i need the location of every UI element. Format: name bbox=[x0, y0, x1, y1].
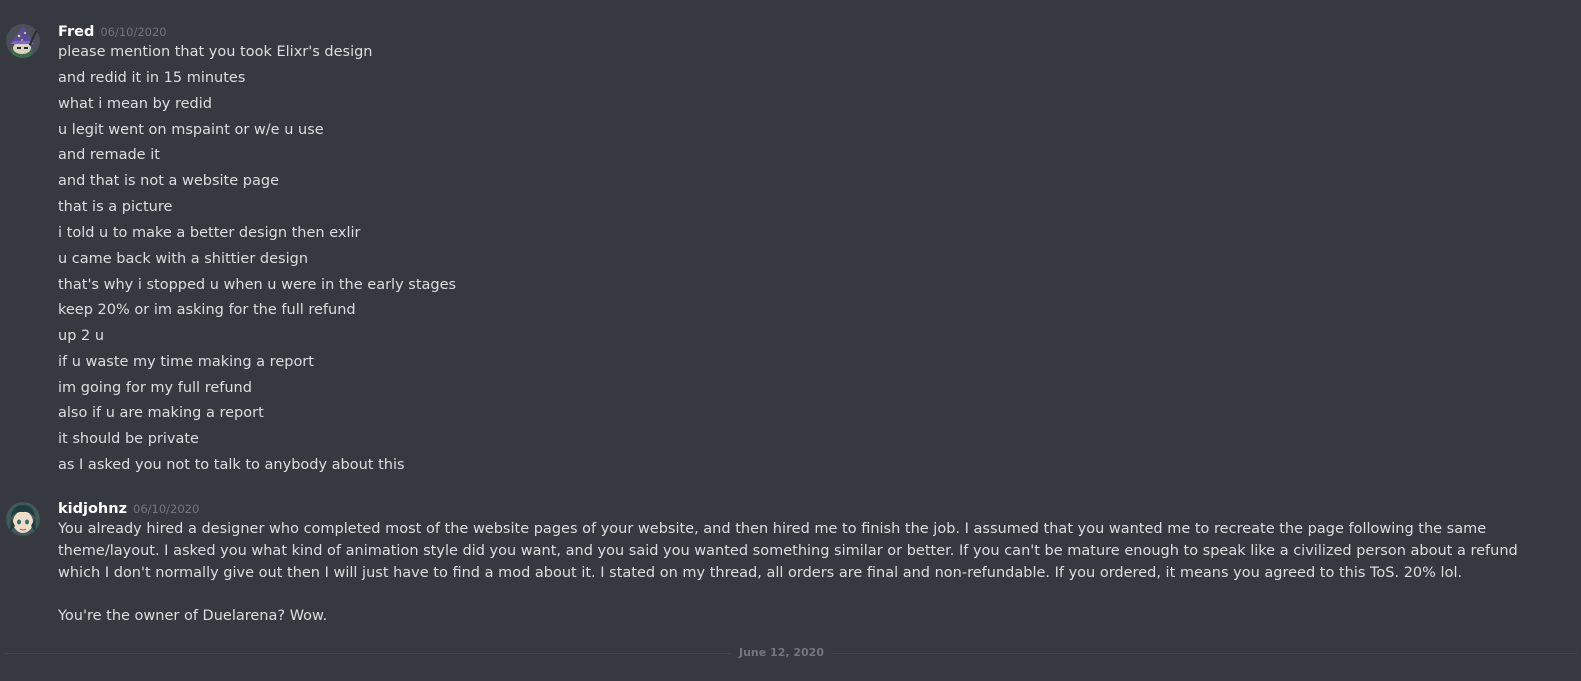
message-line: please mention that you took Elixr's des… bbox=[58, 44, 373, 60]
message-line: and redid it in 15 minutes bbox=[58, 70, 246, 86]
message-line: that is a picture bbox=[58, 199, 173, 215]
username[interactable]: Fred bbox=[58, 24, 94, 40]
message-line: also if u are making a report bbox=[58, 405, 264, 421]
message-line: and remade it bbox=[58, 147, 160, 163]
message-line: u legit went on mspaint or w/e u use bbox=[58, 122, 324, 138]
message-line: You're the owner of Duelarena? Wow. bbox=[58, 608, 328, 624]
timestamp[interactable]: 06/10/2020 bbox=[100, 25, 166, 39]
date-divider-label: June 12, 2020 bbox=[731, 645, 832, 661]
message-line: what i mean by redid bbox=[58, 96, 212, 112]
fred-avatar[interactable] bbox=[6, 24, 40, 58]
message-line: up 2 u bbox=[58, 328, 105, 344]
message-line: as I asked you not to talk to anybody ab… bbox=[58, 457, 405, 473]
message-line: im going for my full refund bbox=[58, 380, 252, 396]
kidjohnz-avatar[interactable] bbox=[6, 502, 40, 536]
message-line: that's why i stopped u when u were in th… bbox=[58, 277, 457, 293]
username[interactable]: kidjohnz bbox=[58, 501, 127, 517]
wizard-hat-avatar-icon bbox=[6, 24, 40, 58]
anime-character-avatar-icon bbox=[6, 502, 40, 536]
message-line: i told u to make a better design then ex… bbox=[58, 225, 361, 241]
message-paragraph: You already hired a designer who complet… bbox=[58, 521, 1518, 581]
message-header: kidjohnz 06/10/2020 bbox=[58, 497, 199, 519]
message-line: u came back with a shittier design bbox=[58, 251, 309, 267]
timestamp[interactable]: 06/10/2020 bbox=[133, 502, 199, 516]
message-line: it should be private bbox=[58, 431, 199, 447]
message-line: keep 20% or im asking for the full refun… bbox=[58, 302, 356, 318]
message-header: Fred 06/10/2020 bbox=[58, 20, 167, 42]
message-line: and that is not a website page bbox=[58, 173, 279, 189]
message-line: if u waste my time making a report bbox=[58, 354, 314, 370]
